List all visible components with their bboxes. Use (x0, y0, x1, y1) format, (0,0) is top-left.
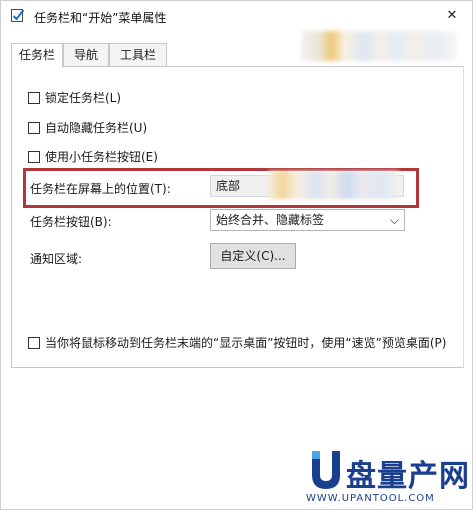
small-buttons-option: 使用小任务栏按钮(E) (28, 148, 158, 165)
tab-taskbar[interactable]: 任务栏 (11, 43, 63, 68)
autohide-checkbox[interactable] (28, 121, 40, 134)
peek-option: 当你将鼠标移动到任务栏末端的“显示桌面”按钮时，使用“速览”预览桌面(P) (28, 334, 446, 351)
tab-toolbars[interactable]: 工具栏 (109, 43, 167, 67)
customize-button[interactable]: 自定义(C)... (210, 243, 296, 269)
tab-label: 工具栏 (119, 48, 156, 62)
position-value: 底部 (216, 179, 241, 193)
notification-area-label: 通知区域: (30, 252, 83, 266)
small-buttons-label: 使用小任务栏按钮(E) (45, 150, 158, 164)
tab-navigation[interactable]: 导航 (63, 43, 109, 67)
peek-label: 当你将鼠标移动到任务栏末端的“显示桌面”按钮时，使用“速览”预览桌面(P) (45, 336, 447, 350)
taskbar-buttons-value: 始终合并、隐藏标签 (216, 213, 325, 227)
position-label: 任务栏在屏幕上的位置(T): (30, 182, 171, 196)
tab-label: 任务栏 (18, 48, 55, 62)
tab-label: 导航 (73, 48, 98, 62)
peek-checkbox[interactable] (28, 336, 40, 349)
u-disk-logo-icon (306, 449, 346, 493)
autohide-option: 自动隐藏任务栏(U) (28, 119, 147, 136)
site-watermark: 盘量产网 WWW.UPANTOOL.COM (306, 447, 469, 507)
lock-taskbar-checkbox[interactable] (28, 91, 40, 104)
close-button[interactable]: ✕ (439, 4, 465, 26)
autohide-label: 自动隐藏任务栏(U) (45, 121, 148, 135)
close-icon: ✕ (446, 7, 458, 23)
taskbar-buttons-select[interactable]: 始终合并、隐藏标签 ⌵ (210, 209, 405, 231)
blurred-region (269, 171, 399, 199)
taskbar-app-icon (11, 8, 25, 23)
customize-button-label: 自定义(C)... (220, 249, 286, 263)
blurred-region (301, 31, 456, 61)
watermark-brand: 盘量产网 (346, 459, 470, 494)
window-title: 任务栏和“开始”菜单属性 (34, 11, 167, 25)
small-buttons-checkbox[interactable] (28, 150, 40, 163)
title-bar: 任务栏和“开始”菜单属性 ✕ (1, 1, 472, 31)
taskbar-buttons-label: 任务栏按钮(B): (30, 215, 112, 229)
properties-dialog: 任务栏和“开始”菜单属性 ✕ 任务栏 导航 工具栏 锁定任务栏(L) 自动隐藏任… (0, 0, 473, 510)
chevron-down-icon: ⌵ (389, 213, 399, 227)
lock-taskbar-option: 锁定任务栏(L) (28, 89, 121, 106)
watermark-url: WWW.UPANTOOL.COM (306, 493, 435, 504)
lock-taskbar-label: 锁定任务栏(L) (45, 91, 122, 105)
